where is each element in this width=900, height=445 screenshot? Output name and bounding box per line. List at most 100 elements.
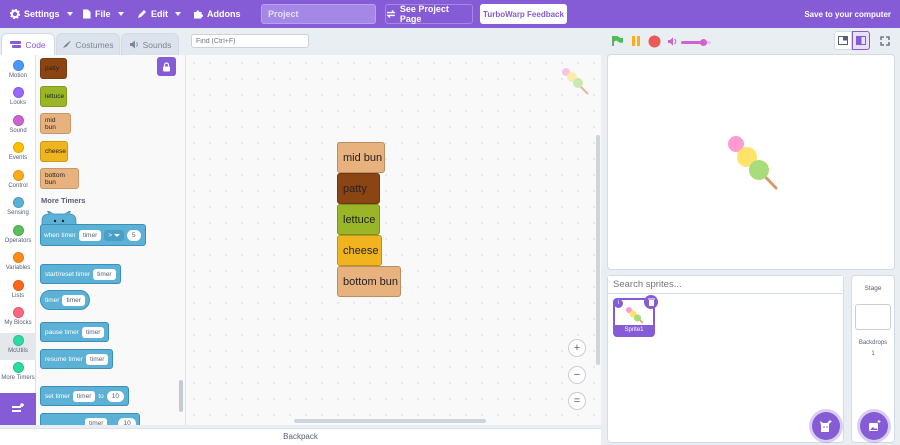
sprite-search-input[interactable] [608,276,843,294]
category-label: Sound [9,128,27,134]
save-to-computer-button[interactable]: Save to your computer [804,0,891,28]
pause-icon[interactable] [631,35,641,47]
volume-slider[interactable] [681,39,711,46]
when-timer-body: when timer timer > 5 [40,224,146,246]
puzzle-icon [194,10,203,19]
gear-icon [10,9,20,19]
category-motion[interactable]: Motion [0,58,36,85]
category-lists[interactable]: Lists [0,278,36,305]
block-pause-timer[interactable]: pause timer timer [40,322,110,342]
stage-selector[interactable]: Stage Backdrops 1 [851,275,895,443]
turbowarp-feedback-button[interactable]: TurboWarp Feedback [480,4,567,24]
category-control[interactable]: Control [0,168,36,195]
timer-name-field[interactable]: timer [72,390,96,402]
palette-scrollbar[interactable] [179,380,183,412]
zoom-in-button[interactable]: + [568,339,586,357]
timer-name-field[interactable]: timer [62,294,85,306]
section-title-more-timers: More Timers [41,196,86,205]
palette-block-bottom-bun[interactable]: bottom bun [40,168,79,189]
add-extension-button[interactable] [0,393,36,425]
delete-sprite-button[interactable] [644,295,658,309]
block-when-timer[interactable]: when timer timer > 5 [40,211,150,246]
script-block-bottom-bun[interactable]: bottom bun [337,266,401,297]
block-resume-timer[interactable]: resume timer timer [40,349,114,369]
exchange-icon [386,10,396,18]
timer-name-field[interactable]: timer [93,268,116,280]
settings-menu[interactable]: Settings [10,0,73,28]
category-label: More Timers [1,375,35,381]
palette-block-lettuce[interactable]: lettuce [40,86,67,107]
category-mcutils[interactable]: McUtils [0,333,36,360]
backpack[interactable]: Backpack [0,428,601,445]
category-looks[interactable]: Looks [0,85,36,112]
timer-name-field[interactable]: timer [81,326,105,338]
large-stage-button[interactable] [852,31,870,50]
file-menu[interactable]: File [82,0,124,28]
project-title-input[interactable]: Project [261,4,376,24]
small-stage-button[interactable] [834,31,852,50]
timer-value-input[interactable]: 10 [106,390,125,402]
timer-value-input[interactable]: 10 [118,417,136,425]
looks-dot-icon [12,87,24,98]
sprite-tile-sprite1[interactable]: i Sprite1 [613,295,658,337]
add-sprite-button[interactable] [812,412,840,440]
block-partial[interactable]: timer 10 [40,413,140,425]
tab-code-label: Code [25,40,46,50]
code-workspace[interactable]: mid bun patty lettuce cheese bottom bun … [186,55,601,425]
stop-icon[interactable] [648,35,661,48]
timer-name-field[interactable]: timer [85,353,109,365]
see-project-page-button[interactable]: See Project Page [385,4,473,24]
lock-button[interactable] [157,57,176,76]
palette-block-cheese[interactable]: cheese [40,141,68,162]
category-more-timers[interactable]: More Timers [0,360,36,387]
volume-slider-handle[interactable] [700,39,707,46]
category-sensing[interactable]: Sensing [0,195,36,222]
pencil-icon [138,10,146,18]
add-backdrop-button[interactable] [860,412,888,440]
zoom-reset-button[interactable]: = [568,392,586,410]
threshold-input[interactable]: 5 [127,229,141,241]
category-events[interactable]: Events [0,140,36,167]
stage[interactable] [607,54,895,270]
edit-menu[interactable]: Edit [137,0,181,28]
stage-thumbnail[interactable] [855,304,891,330]
palette-block-mid-bun[interactable]: mid bun [40,113,71,134]
comparison-dropdown[interactable]: > [104,229,125,241]
zoom-out-button[interactable]: − [568,366,586,384]
speaker-icon [129,40,138,49]
block-set-timer[interactable]: set timer timer to 10 [40,386,130,406]
script-block-lettuce[interactable]: lettuce [337,204,380,235]
category-sound[interactable]: Sound [0,113,36,140]
green-flag-icon[interactable] [611,35,623,47]
workspace-vertical-scrollbar[interactable] [596,135,600,365]
tab-sounds[interactable]: Sounds [121,33,179,55]
info-icon[interactable]: i [614,299,623,308]
palette-block-patty[interactable]: patty [40,58,67,79]
category-label: Variables [5,265,31,271]
timer-name-field[interactable]: timer [78,229,102,241]
mcutils-dot-icon [12,335,24,346]
category-my-blocks[interactable]: My Blocks [0,305,36,332]
settings-label: Settings [24,9,60,19]
see-project-page-label: See Project Page [399,4,449,24]
large-stage-icon [856,36,866,45]
script-block-patty[interactable]: patty [337,173,380,204]
tab-costumes[interactable]: Costumes [56,33,120,55]
addons-menu[interactable]: Addons [193,0,241,28]
script-block-mid-bun[interactable]: mid bun [337,142,385,173]
chevron-down-icon [117,12,124,16]
dango-sprite-icon[interactable] [723,133,783,195]
timer-name-field[interactable]: timer [85,417,108,425]
workspace-horizontal-scrollbar[interactable] [294,419,486,423]
find-input[interactable] [191,34,309,48]
trash-icon [647,298,655,306]
block-start-reset-timer[interactable]: start/reset timer timer [40,264,121,284]
category-operators[interactable]: Operators [0,223,36,250]
fullscreen-button[interactable] [875,31,894,50]
category-variables[interactable]: Variables [0,250,36,277]
menu-bar: Settings File Edit Addons Project See Pr… [0,0,900,28]
chevron-down-icon [175,12,181,16]
script-block-cheese[interactable]: cheese [337,235,382,266]
tab-code[interactable]: Code [1,33,55,56]
block-timer-reporter[interactable]: timer timer [40,290,90,310]
